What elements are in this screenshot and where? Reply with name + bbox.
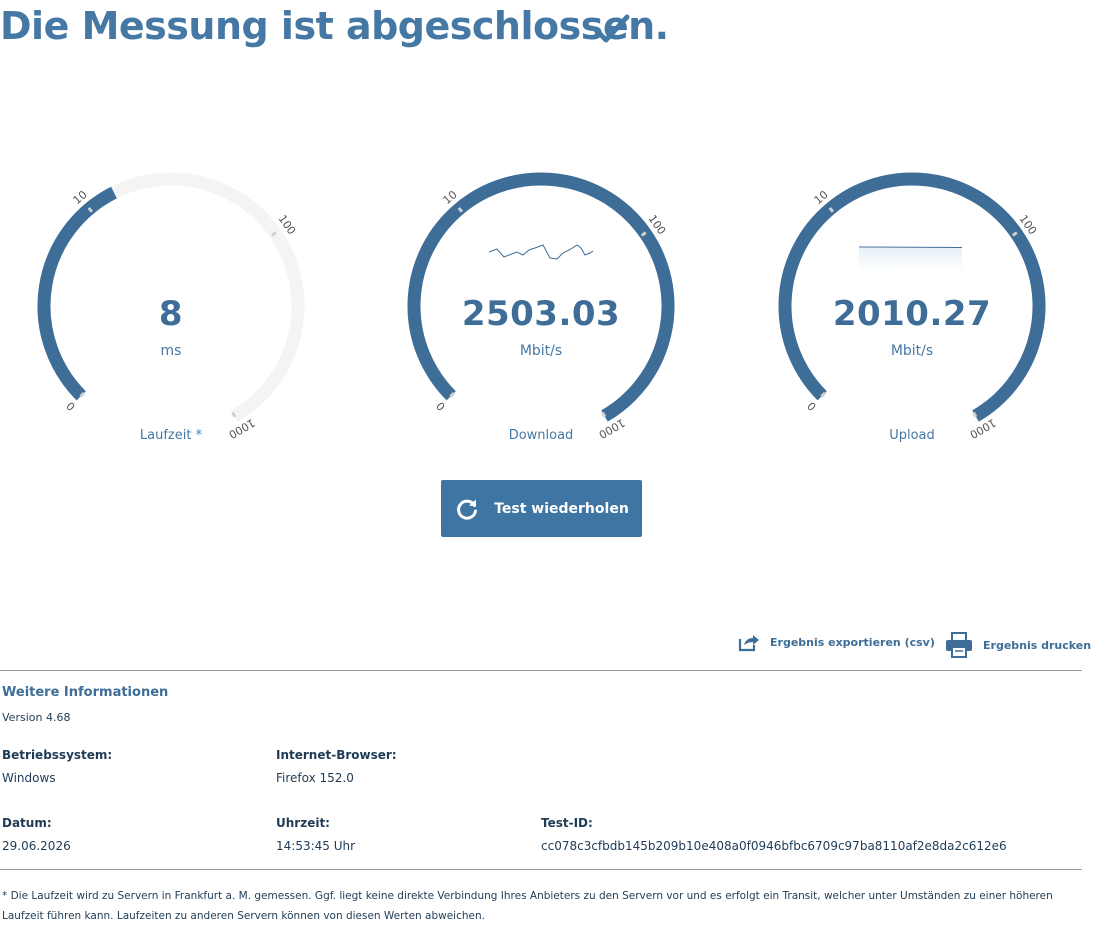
download-label: Download	[508, 428, 574, 443]
date-value: 29.06.2026	[2, 839, 71, 853]
version-text: Version 4.68	[2, 711, 71, 724]
test-id-label: Test-ID:	[541, 816, 593, 830]
print-result-link[interactable]: Ergebnis drucken	[945, 632, 1091, 658]
time-value: 14:53:45 Uhr	[276, 839, 356, 853]
upload-sparkline	[858, 246, 963, 272]
browser-value: Firefox 152.0	[276, 771, 354, 785]
os-label: Betriebssystem:	[2, 748, 113, 762]
check-icon	[592, 14, 630, 43]
page-title: Die Messung ist abgeschlossen.	[0, 4, 669, 48]
upload-gauge: 0 10 100 1000 2010.27 Mbit/s Upload	[772, 166, 1052, 446]
refresh-icon	[457, 499, 478, 520]
repeat-test-button[interactable]: Test wiederholen	[441, 480, 642, 537]
repeat-test-button-label: Test wiederholen	[494, 500, 629, 517]
latency-label: Laufzeit *	[139, 428, 203, 443]
latency-gauge: 0 10 100 1000 8 ms Laufzeit *	[31, 166, 311, 446]
test-id-value: cc078c3cfbdb145b209b10e408a0f0946bfbc670…	[541, 839, 1007, 853]
upload-unit: Mbit/s	[890, 343, 934, 359]
export-csv-link[interactable]: Ergebnis exportieren (csv)	[738, 632, 935, 652]
download-tick-0-label: 0	[434, 399, 448, 413]
download-sparkline	[488, 244, 594, 260]
print-result-label: Ergebnis drucken	[983, 638, 1092, 652]
printer-icon	[946, 632, 972, 658]
latency-value: 8	[158, 294, 184, 334]
latency-unit: ms	[160, 343, 182, 359]
upload-label: Upload	[889, 428, 935, 443]
download-value: 2503.03	[461, 294, 621, 334]
export-csv-label: Ergebnis exportieren (csv)	[770, 635, 935, 649]
upload-tick-0-label: 0	[805, 399, 819, 413]
download-gauge: 0 10 100 1000 2503.03 Mbit/s Download	[401, 166, 681, 446]
divider-bottom	[0, 869, 1082, 870]
divider-top	[0, 670, 1082, 671]
date-label: Datum:	[2, 816, 52, 830]
browser-label: Internet-Browser:	[276, 748, 397, 762]
upload-value: 2010.27	[832, 294, 992, 334]
time-label: Uhrzeit:	[276, 816, 330, 830]
export-icon	[738, 635, 759, 652]
latency-tick-0-label: 0	[64, 399, 78, 413]
download-unit: Mbit/s	[519, 343, 563, 359]
info-section-title: Weitere Informationen	[2, 685, 169, 700]
footnote: * Die Laufzeit wird zu Servern in Frankf…	[2, 890, 1053, 922]
os-value: Windows	[2, 771, 56, 785]
